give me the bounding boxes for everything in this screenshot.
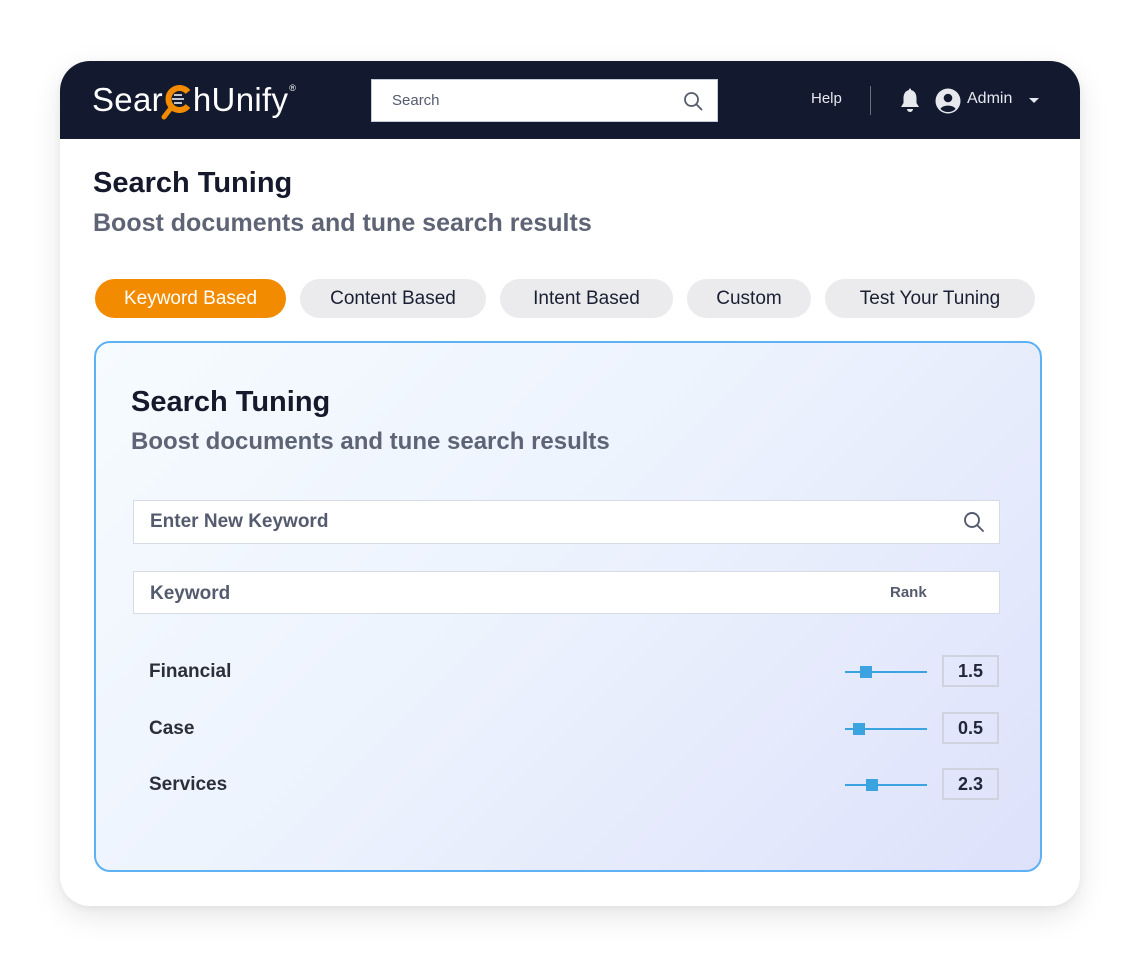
help-link[interactable]: Help: [811, 90, 842, 107]
logo-text-left: Sear: [92, 81, 163, 118]
search-icon[interactable]: [683, 91, 703, 111]
tab-test-your-tuning[interactable]: Test Your Tuning: [825, 279, 1035, 318]
tab-custom[interactable]: Custom: [687, 279, 811, 318]
global-search-input[interactable]: [392, 92, 683, 109]
global-search-box[interactable]: [371, 79, 718, 122]
slider-thumb[interactable]: [865, 779, 878, 791]
tab-keyword-based[interactable]: Keyword Based: [95, 279, 286, 318]
keyword-row: Services 2.3: [133, 768, 1000, 802]
slider-track: [845, 784, 927, 786]
rank-slider[interactable]: [845, 777, 927, 793]
column-header-rank: Rank: [890, 584, 927, 601]
keyword-row: Financial 1.5: [133, 655, 1000, 689]
column-header-keyword: Keyword: [150, 583, 231, 604]
keyword-table-header: Keyword Rank: [133, 571, 1000, 614]
keyword-tuning-card: Search Tuning Boost documents and tune s…: [94, 341, 1042, 872]
keyword-name: Services: [149, 774, 228, 795]
searchunify-logo[interactable]: Sear hUnify ®: [92, 79, 296, 121]
rank-value-box[interactable]: 2.3: [942, 768, 999, 800]
slider-thumb[interactable]: [852, 723, 865, 735]
keyword-row: Case 0.5: [133, 712, 1000, 746]
user-circle-icon[interactable]: [935, 88, 961, 114]
page-title: Search Tuning: [93, 167, 293, 199]
top-navbar: Sear hUnify ® Help: [60, 61, 1080, 139]
slider-track: [845, 671, 927, 673]
logo-magnifier-icon: [161, 79, 193, 121]
search-icon[interactable]: [963, 511, 985, 533]
card-subtitle: Boost documents and tune search results: [131, 428, 610, 455]
keyword-name: Financial: [149, 661, 232, 682]
header-divider: [870, 86, 871, 115]
user-menu-label[interactable]: Admin: [967, 90, 1012, 108]
rank-slider[interactable]: [845, 721, 927, 737]
new-keyword-input[interactable]: [150, 511, 963, 533]
tab-intent-based[interactable]: Intent Based: [500, 279, 673, 318]
keyword-name: Case: [149, 718, 195, 739]
bell-icon[interactable]: [898, 88, 922, 114]
new-keyword-box[interactable]: [133, 500, 1000, 544]
page-subtitle: Boost documents and tune search results: [93, 209, 592, 237]
logo-text-right: hUnify: [192, 81, 289, 118]
app-window: Sear hUnify ® Help: [60, 61, 1080, 906]
logo-trademark: ®: [289, 83, 297, 93]
tuning-tabs: Keyword Based Content Based Intent Based…: [95, 279, 1035, 318]
slider-thumb[interactable]: [859, 666, 872, 678]
rank-value-box[interactable]: 0.5: [942, 712, 999, 744]
caret-down-icon[interactable]: [1029, 98, 1039, 103]
card-title: Search Tuning: [131, 386, 331, 418]
rank-value-box[interactable]: 1.5: [942, 655, 999, 687]
rank-slider[interactable]: [845, 664, 927, 680]
tab-content-based[interactable]: Content Based: [300, 279, 486, 318]
